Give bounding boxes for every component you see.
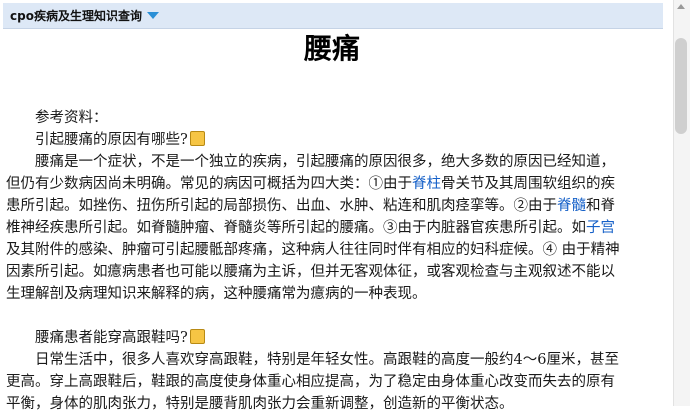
question-text: 腰痛患者能穿高跟鞋吗? [35, 330, 188, 346]
text-segment: 和脊 [586, 198, 615, 214]
note-icon[interactable] [189, 131, 205, 146]
text-segment: 骨关节及其周围软组织的疾 [441, 176, 615, 192]
question-text: 引起腰痛的原因有哪些? [35, 132, 188, 148]
link-spinal-cord[interactable]: 脊髓 [557, 198, 586, 214]
text-segment: 椎神经疾患所引起。如脊髓肿瘤、脊髓炎等所引起的腰痛。③由于内脏器官疾患所引起。如 [6, 220, 586, 236]
reference-heading: 参考资料： [35, 110, 108, 126]
paragraph-line: 及其附件的感染、肿瘤可引起腰骶部疼痛，这种病人往往同时伴有相应的妇科症候。④ 由… [6, 242, 620, 258]
paragraph-line: 但仍有少数病因尚未明确。常见的病因可概括为四大类：①由于脊柱骨关节及其周围软组织… [6, 173, 658, 195]
paragraph-line: 日常生活中，很多人喜欢穿高跟鞋，特别是年轻女性。高跟鞋的高度一般约4～6厘米，甚… [35, 352, 619, 368]
link-spine[interactable]: 脊柱 [412, 176, 441, 192]
question-line: 腰痛患者能穿高跟鞋吗? [6, 327, 658, 349]
paragraph-line: 平衡，身体的肌肉张力，特别是腰背肌肉张力会重新调整，创造新的平衡状态。 [6, 396, 514, 412]
paragraph-line: 生理解剖及病理知识来解释的病，这种腰痛常为癔病的一种表现。 [6, 286, 427, 302]
paragraph-line: 患所引起。如挫伤、扭伤所引起的局部损伤、出血、水肿、粘连和肌肉痉挛等。②由于脊髓… [6, 195, 658, 217]
text-segment: 患所引起。如挫伤、扭伤所引起的局部损伤、出血、水肿、粘连和肌肉痉挛等。②由于 [6, 198, 557, 214]
menu-title[interactable]: cpo疾病及生理知识查询 [10, 7, 142, 24]
paragraph-line: 椎神经疾患所引起。如脊髓肿瘤、脊髓炎等所引起的腰痛。③由于内脏器官疾患所引起。如… [6, 217, 658, 239]
link-uterus[interactable]: 子宫 [586, 220, 615, 236]
paragraph-line: 更高。穿上高跟鞋后，鞋跟的高度使身体重心相应提高，为了稳定由身体重心改变而失去的… [6, 374, 615, 390]
paragraph-line: 因素所引起。如癔病患者也可能以腰痛为主诉，但并无客观体征，或客观检查与主观叙述不… [6, 264, 615, 280]
note-icon[interactable] [189, 329, 205, 344]
page-title: 腰痛 [303, 32, 360, 65]
paragraph-line: 腰痛是一个症状，不是一个独立的疾病，引起腰痛的原因很多，绝大多数的原因已经知道， [35, 154, 615, 170]
article-content: 腰痛 参考资料： 引起腰痛的原因有哪些? 腰痛是一个症状，不是一个独立的疾病，引… [6, 31, 658, 412]
question-line: 引起腰痛的原因有哪些? [6, 129, 658, 151]
knowledge-menu-bar[interactable]: cpo疾病及生理知识查询 [3, 3, 663, 29]
scrollbar-thumb[interactable] [675, 38, 687, 134]
dropdown-caret-icon[interactable] [146, 12, 159, 19]
scroll-up-arrow-icon[interactable] [677, 4, 685, 9]
text-segment: 但仍有少数病因尚未明确。常见的病因可概括为四大类：①由于 [6, 176, 412, 192]
article-body: 参考资料： 引起腰痛的原因有哪些? 腰痛是一个症状，不是一个独立的疾病，引起腰痛… [6, 107, 658, 415]
